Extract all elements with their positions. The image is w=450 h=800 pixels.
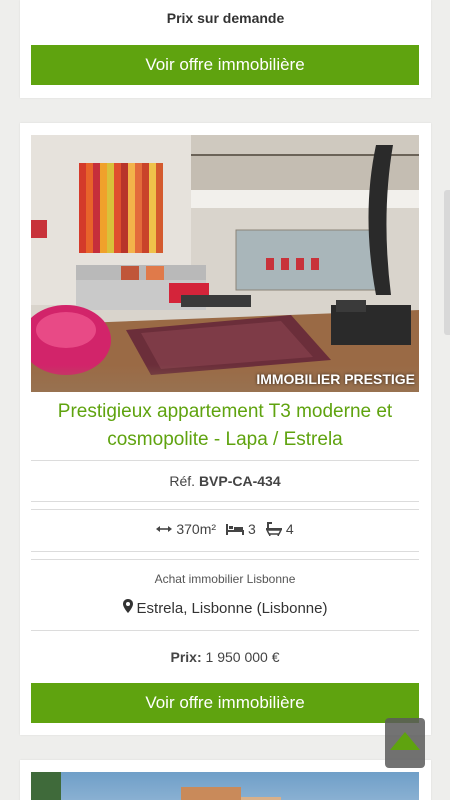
divider <box>31 460 419 461</box>
listing-photo[interactable]: IMMOBILIER PRESTIGE <box>31 135 419 392</box>
building-image <box>31 772 281 800</box>
listing-photo[interactable] <box>31 772 419 800</box>
side-handle[interactable] <box>444 190 450 335</box>
area-feature: 370m² <box>156 521 216 537</box>
reference-label: Réf. <box>169 473 196 489</box>
listing-card: IMMOBILIER PRESTIGE Prestigieux appartem… <box>20 123 431 735</box>
divider <box>31 501 419 502</box>
bath-icon <box>265 522 282 536</box>
reference: Réf. BVP-CA-434 <box>31 473 419 489</box>
bedrooms-value: 3 <box>248 521 256 537</box>
living-room-image <box>31 135 419 392</box>
chevron-up-icon <box>390 731 420 755</box>
scroll-to-top-button[interactable] <box>385 718 425 768</box>
reference-value: BVP-CA-434 <box>198 473 281 489</box>
map-marker-icon <box>122 599 133 617</box>
features-row: 370m² 3 4 <box>31 521 419 537</box>
listing-card-next <box>20 760 431 800</box>
divider <box>31 630 419 631</box>
arrows-h-icon <box>156 524 173 534</box>
bedrooms-feature: 3 <box>226 521 256 537</box>
divider <box>31 559 419 560</box>
bathrooms-value: 4 <box>285 521 294 537</box>
prestige-badge: IMMOBILIER PRESTIGE <box>256 371 415 387</box>
category-label: Achat immobilier Lisbonne <box>154 572 296 586</box>
bathrooms-feature: 4 <box>265 521 294 537</box>
price-label: Prix: <box>170 649 202 665</box>
divider <box>31 551 419 552</box>
bed-icon <box>226 523 245 535</box>
listing-title[interactable]: Prestigieux appartement T3 moderne et co… <box>31 398 419 454</box>
price-on-request: Prix sur demande <box>166 10 285 26</box>
price-value: 1 950 000 € <box>205 649 280 665</box>
divider <box>31 509 419 510</box>
location: Estrela, Lisbonne (Lisbonne) <box>31 599 419 617</box>
price: Prix: 1 950 000 € <box>31 649 419 665</box>
view-offer-button[interactable]: Voir offre immobilière <box>31 45 419 85</box>
area-value: 370m² <box>176 521 217 537</box>
listing-card-previous: Prix sur demande Voir offre immobilière <box>20 0 431 98</box>
view-offer-button[interactable]: Voir offre immobilière <box>31 683 419 723</box>
location-text: Estrela, Lisbonne (Lisbonne) <box>136 599 328 617</box>
